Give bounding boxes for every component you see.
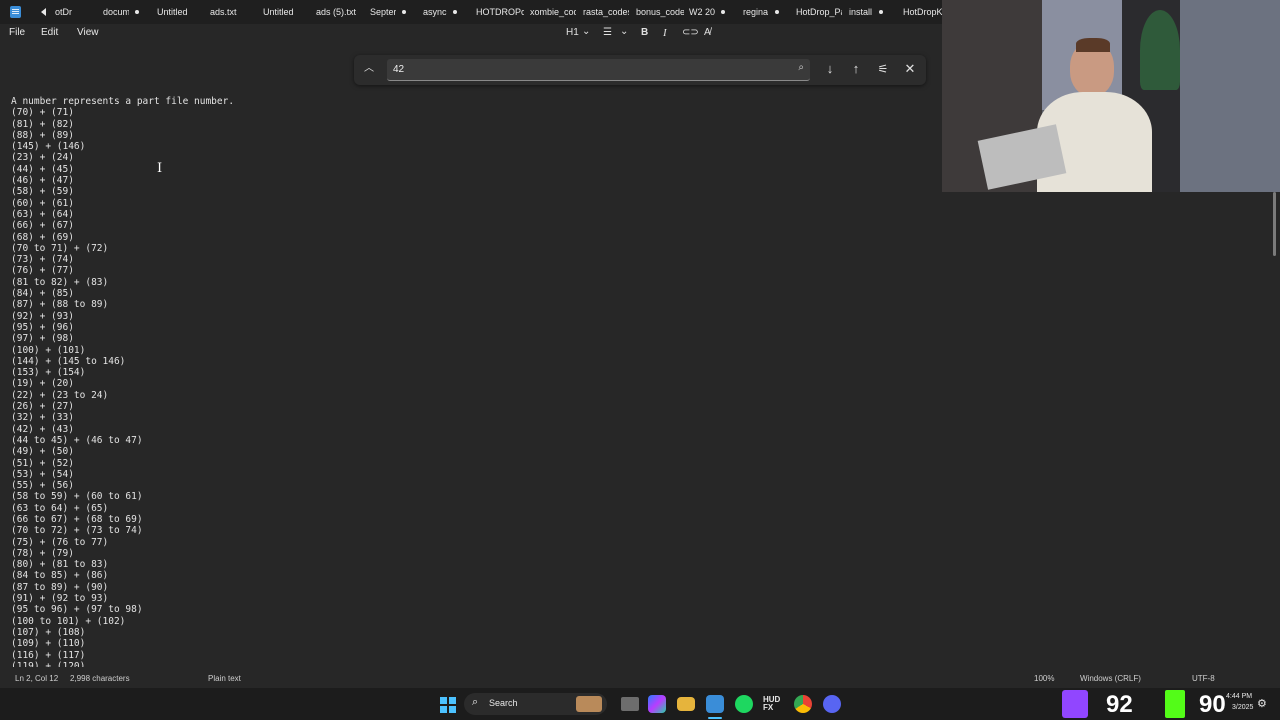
task-view-icon[interactable]	[621, 697, 639, 711]
tab-label: xombie_cod	[530, 7, 576, 17]
line-ending[interactable]: Windows (CRLF)	[1080, 674, 1141, 683]
tab-8[interactable]: HOTDROPoc	[476, 0, 524, 24]
search-icon[interactable]: ⌕	[798, 62, 804, 73]
unsaved-dot-icon[interactable]	[721, 10, 725, 14]
discord-icon[interactable]	[823, 695, 841, 713]
tab-15[interactable]: install	[849, 0, 889, 24]
tab-scroll-left-icon[interactable]	[41, 8, 46, 16]
tab-9[interactable]: xombie_cod	[530, 0, 576, 24]
status-bar: Ln 2, Col 12 2,998 characters Plain text…	[0, 668, 1280, 688]
tab-label: HOTDROPoc	[476, 7, 524, 17]
tab-16[interactable]: HotDropKi	[903, 0, 943, 24]
clock-time[interactable]: 4:44 PM	[1226, 693, 1252, 700]
taskbar: ⌕ Search HUD FX 92 90 4:44 PM 3/2025 ⚙	[0, 688, 1280, 720]
tab-label: Septer	[370, 7, 396, 17]
copilot-icon[interactable]	[648, 695, 666, 713]
tab-12[interactable]: W2 20	[689, 0, 731, 24]
find-input[interactable]	[393, 59, 783, 79]
settings-gear-icon[interactable]: ⚙	[1257, 697, 1267, 710]
unsaved-dot-icon[interactable]	[402, 10, 406, 14]
search-highlight-image-icon	[576, 696, 602, 712]
tab-14[interactable]: HotDrop_Pa	[796, 0, 842, 24]
tab-label: docum	[103, 7, 129, 17]
spotify-icon[interactable]	[735, 695, 753, 713]
tab-0[interactable]: otDr	[55, 0, 77, 24]
vertical-scrollbar[interactable]	[1273, 192, 1276, 256]
italic-button[interactable]: I	[663, 27, 667, 39]
heading-chevron-icon[interactable]: ⌄	[582, 26, 590, 37]
kick-viewer-count: 90	[1199, 691, 1226, 718]
tab-label: Untitled	[263, 7, 294, 17]
text-cursor-ibeam-icon: I	[157, 161, 163, 176]
tab-label: HotDrop_Pa	[796, 7, 842, 17]
hud-app-icon[interactable]: HUD FX	[763, 696, 780, 712]
tab-label: Untitled	[157, 7, 188, 17]
menu-edit[interactable]: Edit	[41, 27, 58, 38]
notepad-app-icon	[10, 6, 21, 18]
tab-1[interactable]: docum	[103, 0, 145, 24]
list-button[interactable]: ☰	[603, 27, 612, 38]
tab-6[interactable]: Septer	[370, 0, 412, 24]
unsaved-dot-icon[interactable]	[135, 10, 139, 14]
clear-formatting-icon[interactable]: A̸	[704, 27, 711, 38]
tab-7[interactable]: async	[423, 0, 463, 24]
collapse-find-chevron-up-icon[interactable]: ︿	[361, 61, 377, 77]
tab-label: HotDropKi	[903, 7, 943, 17]
webcam-overlay	[942, 0, 1280, 192]
tab-label: bonus_code:	[636, 7, 684, 17]
clock-date[interactable]: 3/2025	[1232, 704, 1253, 711]
find-options-sliders-icon[interactable]: ⚟	[875, 61, 891, 77]
tab-label: install	[849, 7, 873, 17]
taskbar-search-box[interactable]: ⌕ Search	[464, 693, 607, 715]
tab-label: async	[423, 7, 447, 17]
tab-label: W2 20	[689, 7, 715, 17]
zoom-level[interactable]: 100%	[1034, 674, 1054, 683]
close-find-icon[interactable]: ✕	[902, 61, 918, 77]
unsaved-dot-icon[interactable]	[775, 10, 779, 14]
menu-view[interactable]: View	[77, 27, 99, 38]
kick-icon[interactable]	[1165, 690, 1185, 718]
find-next-arrow-down-icon[interactable]: ↓	[822, 61, 838, 77]
chrome-icon[interactable]	[794, 695, 812, 713]
tab-10[interactable]: rasta_codes.	[583, 0, 629, 24]
search-icon: ⌕	[472, 696, 479, 708]
person-hair-shape	[1076, 38, 1110, 52]
tab-label: otDr	[55, 7, 73, 17]
find-bar: ︿ ⌕ ↓ ↑ ⚟ ✕	[354, 55, 926, 85]
file-explorer-icon[interactable]	[677, 697, 695, 711]
cursor-position: Ln 2, Col 12	[15, 674, 59, 683]
notepad-taskbar-icon[interactable]	[706, 695, 724, 713]
tab-3[interactable]: ads.txt	[210, 0, 240, 24]
tab-4[interactable]: Untitled	[263, 0, 297, 24]
room-shape	[1180, 0, 1280, 192]
taskbar-search-label: Search	[489, 698, 518, 708]
active-app-indicator	[708, 717, 722, 719]
tab-label: ads.txt	[210, 7, 237, 17]
text-format: Plain text	[208, 674, 241, 683]
twitch-viewer-count: 92	[1106, 691, 1133, 718]
unsaved-dot-icon[interactable]	[879, 10, 883, 14]
list-chevron-icon[interactable]: ⌄	[620, 26, 628, 37]
menu-file[interactable]: File	[9, 27, 25, 38]
tab-2[interactable]: Untitled	[157, 0, 191, 24]
tab-label: rasta_codes.	[583, 7, 629, 17]
unsaved-dot-icon[interactable]	[453, 10, 457, 14]
encoding[interactable]: UTF-8	[1192, 674, 1215, 683]
tab-label: regina	[743, 7, 769, 17]
twitch-icon[interactable]	[1062, 690, 1088, 718]
link-icon[interactable]: ⊂⊃	[682, 27, 699, 38]
tab-13[interactable]: regina	[743, 0, 785, 24]
tab-11[interactable]: bonus_code:	[636, 0, 684, 24]
windows-start-icon[interactable]	[440, 697, 456, 713]
tab-label: ads (5).txt	[316, 7, 357, 17]
tab-5[interactable]: ads (5).txt	[316, 0, 358, 24]
christmas-tree-shape	[1140, 10, 1180, 90]
find-previous-arrow-up-icon[interactable]: ↑	[848, 61, 864, 77]
bold-button[interactable]: B	[641, 27, 648, 38]
hud-app-label: HUD	[763, 695, 781, 704]
find-input-container: ⌕	[387, 59, 810, 81]
character-count: 2,998 characters	[70, 674, 130, 683]
editor-content[interactable]: A number represents a part file number. …	[11, 96, 234, 667]
heading-button[interactable]: H1	[566, 27, 579, 38]
